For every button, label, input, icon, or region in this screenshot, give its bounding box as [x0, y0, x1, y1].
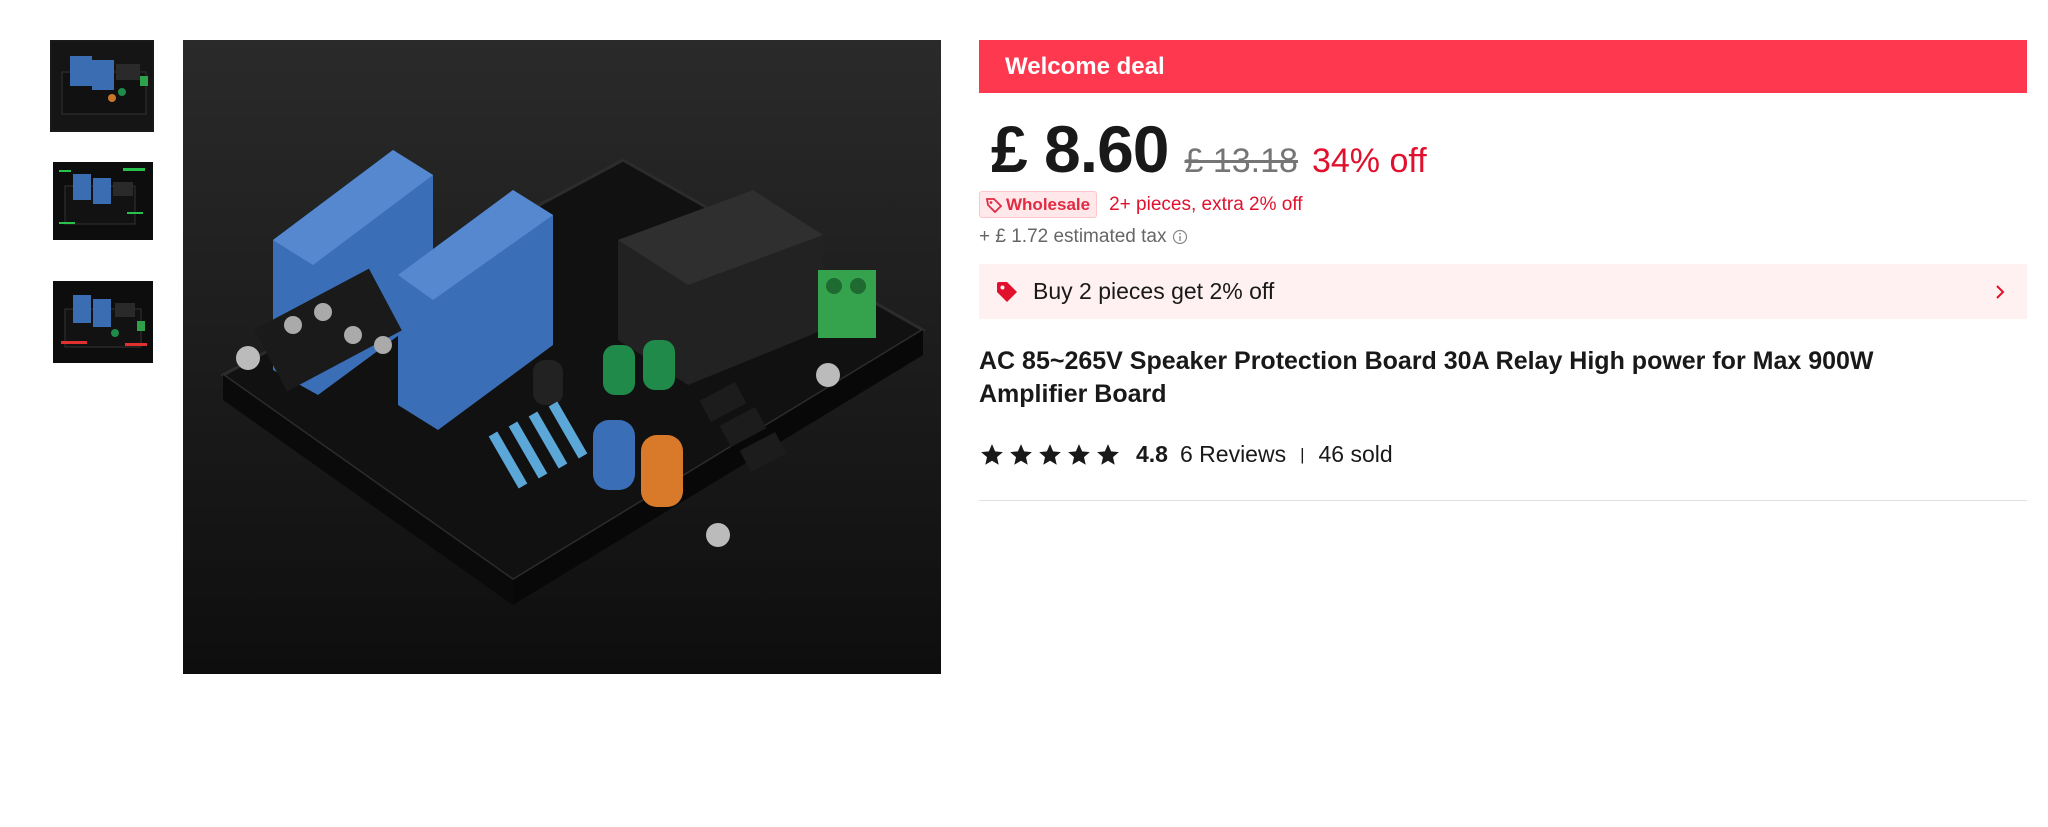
info-icon[interactable]: [1172, 229, 1188, 245]
current-price: £ 8.60: [991, 112, 1169, 186]
thumbnail-image-1: [52, 42, 152, 130]
thumbnail-image-3: [53, 281, 153, 363]
star-icon: [1010, 443, 1032, 465]
product-title: AC 85~265V Speaker Protection Board 30A …: [979, 347, 1874, 408]
thumbnail-image-2: [53, 162, 153, 240]
reviews-link[interactable]: 6 Reviews: [1180, 441, 1286, 468]
star-icon: [1039, 443, 1061, 465]
thumbnail-1[interactable]: [50, 40, 154, 132]
product-photo: [183, 40, 941, 674]
star-rating: [979, 442, 1124, 468]
thumbnail-3[interactable]: [53, 281, 157, 363]
coupon-tag-icon: [997, 281, 1017, 302]
promo-text: Buy 2 pieces get 2% off: [1033, 278, 1275, 304]
divider: [979, 500, 2027, 501]
product-info: Welcome deal £ 8.60 £ 13.18 34% off Whol…: [979, 40, 2027, 501]
chevron-right-icon: [1996, 284, 2005, 299]
star-icon: [1097, 443, 1119, 465]
rating-row: 4.8 6 Reviews | 46 sold: [979, 441, 2027, 468]
star-icon: [1068, 443, 1090, 465]
wholesale-row: Wholesale 2+ pieces, extra 2% off: [979, 191, 2027, 218]
tag-icon: [986, 197, 1002, 213]
wholesale-badge: Wholesale: [979, 191, 1098, 218]
discount-label: 34% off: [1311, 142, 1427, 180]
welcome-deal-banner: Welcome deal: [979, 40, 2027, 93]
main-product-image[interactable]: [183, 40, 941, 674]
rating-value: 4.8: [1136, 441, 1168, 467]
star-icon: [981, 443, 1003, 465]
price-row: £ 8.60 £ 13.18 34% off: [979, 111, 2027, 187]
sold-count: 46 sold: [1318, 441, 1393, 467]
wholesale-text: 2+ pieces, extra 2% off: [1109, 193, 1303, 215]
separator: |: [1300, 444, 1305, 464]
tax-row: + £ 1.72 estimated tax: [979, 226, 2027, 248]
promo-bar[interactable]: Buy 2 pieces get 2% off: [979, 264, 2027, 319]
thumbnail-2[interactable]: [53, 162, 157, 240]
wholesale-badge-label: Wholesale: [1006, 194, 1091, 214]
original-price: £ 13.18: [1184, 142, 1298, 180]
estimated-tax: + £ 1.72 estimated tax: [979, 226, 1167, 247]
